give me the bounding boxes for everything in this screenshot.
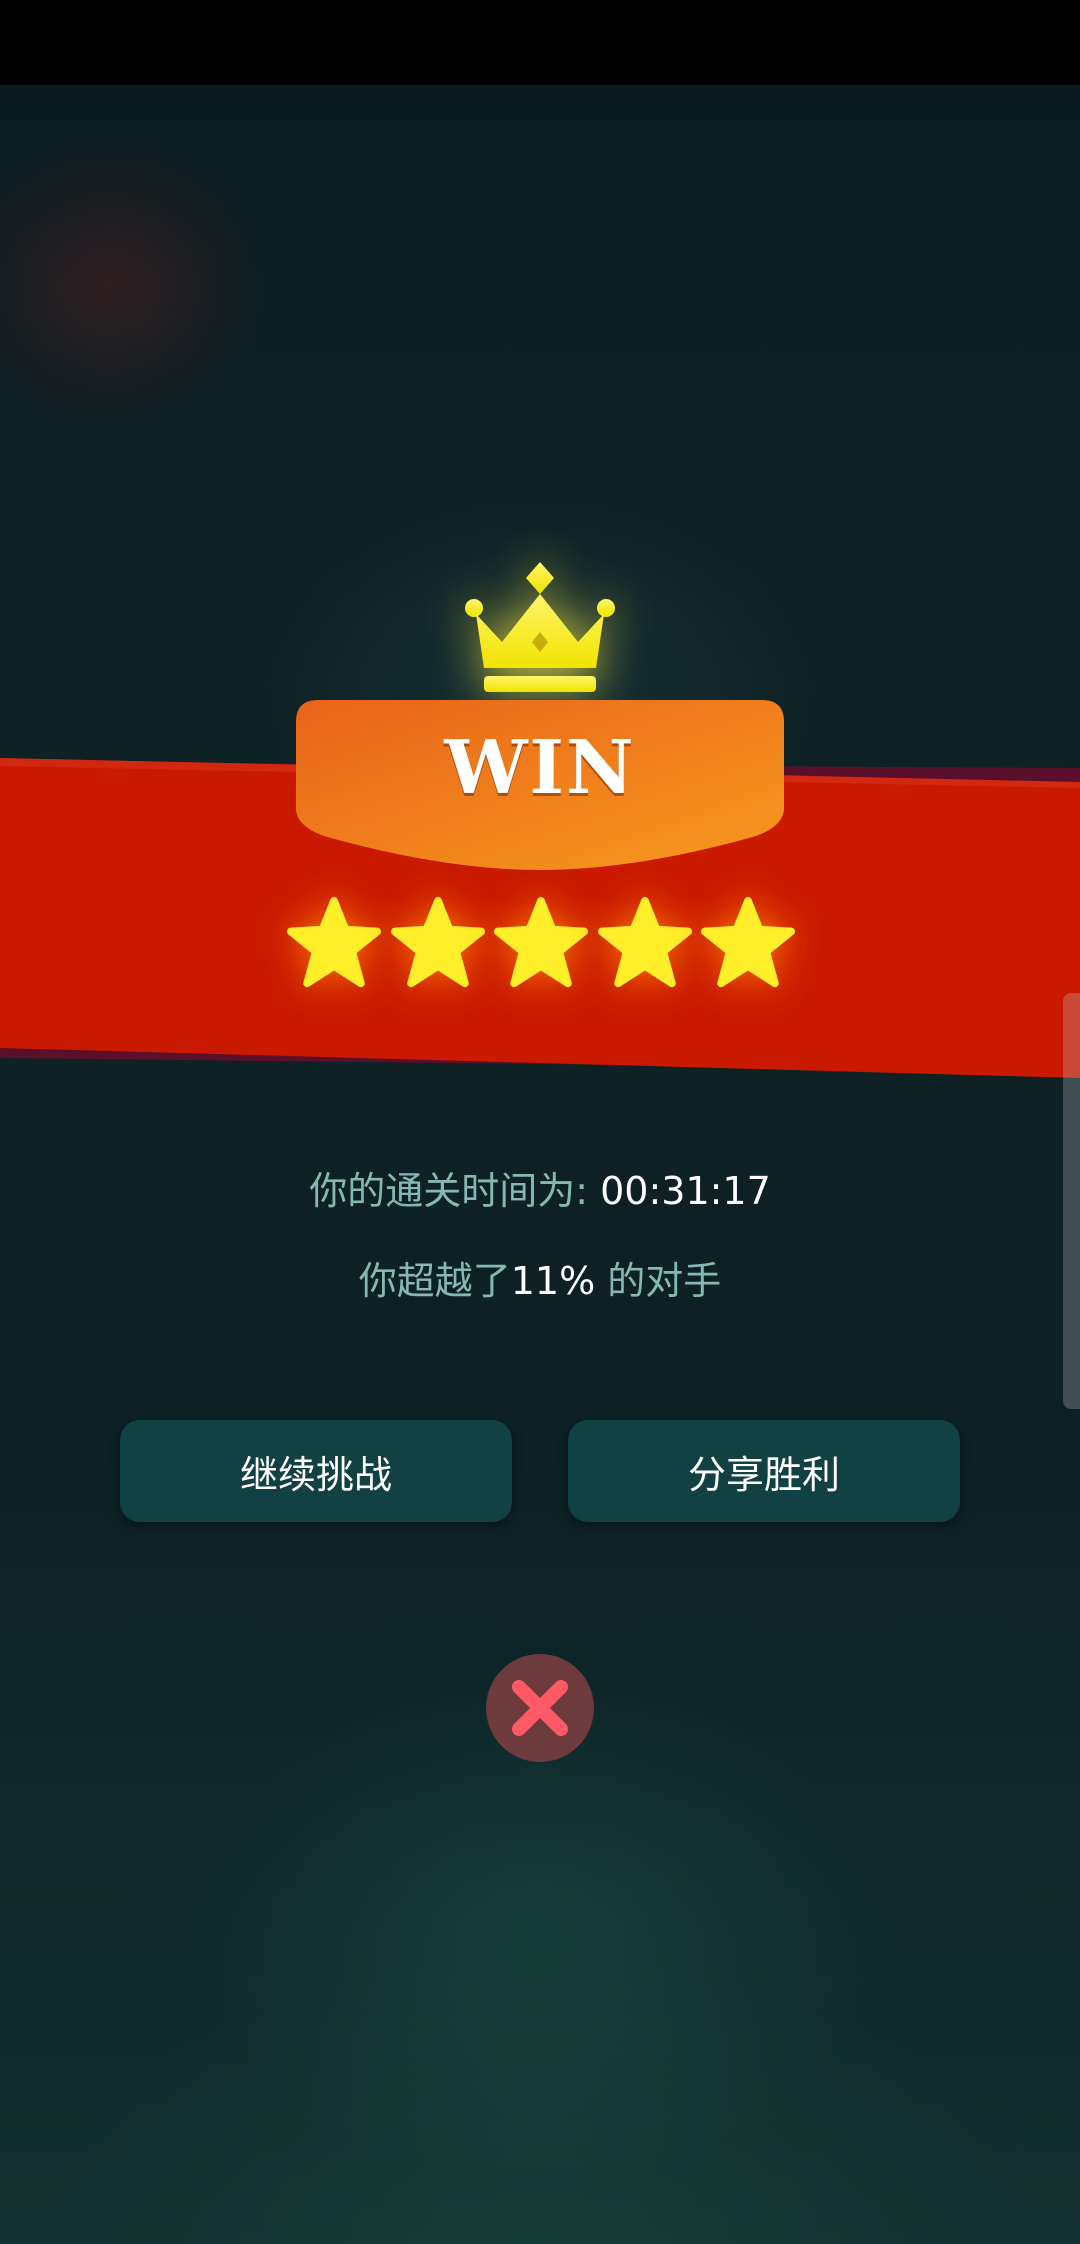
close-icon xyxy=(512,1680,568,1736)
close-button[interactable] xyxy=(486,1654,594,1762)
clear-time-label: 你的通关时间为: xyxy=(309,1169,589,1213)
surpass-prefix: 你超越了 xyxy=(358,1259,511,1303)
status-bar xyxy=(0,0,1080,85)
continue-challenge-button[interactable]: 继续挑战 xyxy=(120,1420,512,1522)
clear-time-line: 你的通关时间为: 00:31:17 xyxy=(0,1160,1080,1215)
scrollbar[interactable] xyxy=(1063,993,1080,1409)
surpass-line: 你超越了11% 的对手 xyxy=(0,1250,1080,1305)
star-rating xyxy=(286,895,796,995)
star-icon xyxy=(286,896,382,988)
clear-time-value: 00:31:17 xyxy=(600,1169,771,1213)
star-icon xyxy=(597,896,692,988)
share-victory-button[interactable]: 分享胜利 xyxy=(568,1420,960,1522)
crown-icon xyxy=(465,562,615,692)
win-title: WIN xyxy=(444,725,636,811)
continue-challenge-label: 继续挑战 xyxy=(239,1452,392,1497)
star-icon xyxy=(700,896,796,988)
game-result-screen: WIN 你的通关时间为: 00:31:17 你超越了11% 的对手 继续挑战 分… xyxy=(0,0,1080,2244)
star-icon xyxy=(390,896,485,988)
share-victory-label: 分享胜利 xyxy=(687,1452,840,1497)
surpass-suffix: 的对手 xyxy=(607,1259,722,1303)
star-icon xyxy=(493,896,589,988)
surpass-percent: 11% xyxy=(510,1259,596,1303)
